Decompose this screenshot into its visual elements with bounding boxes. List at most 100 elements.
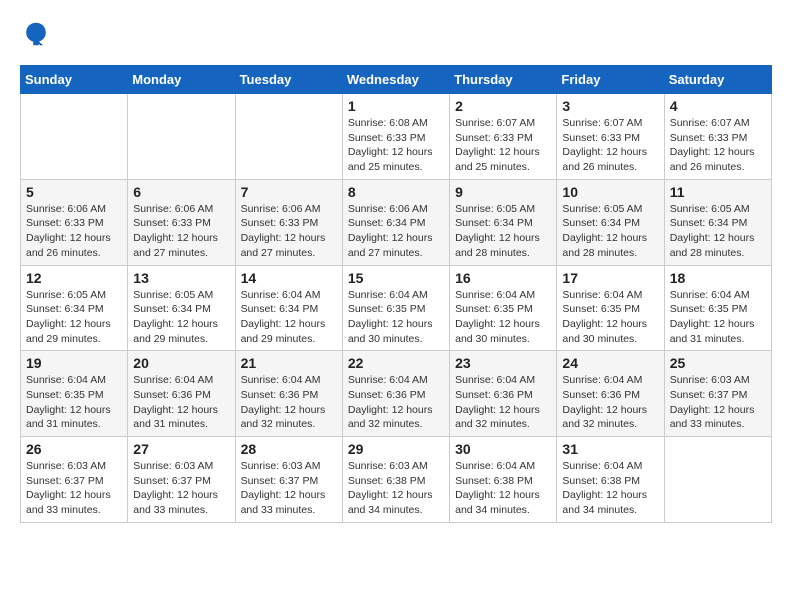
- calendar-cell: 25Sunrise: 6:03 AM Sunset: 6:37 PM Dayli…: [664, 351, 771, 437]
- calendar-cell: 22 Sunrise: 6:04 AM Sunset: 6:36 PM Dayli…: [342, 351, 449, 437]
- day-info: Sunrise: 6:03 AM Sunset: 6:37 PM Dayligh…: [26, 459, 122, 518]
- weekday-header-friday: Friday: [557, 66, 664, 94]
- calendar-week-row: 12 Sunrise: 6:05 AM Sunset: 6:34 PM Dayli…: [21, 265, 772, 351]
- day-number: 15: [348, 270, 444, 286]
- day-number: 18: [670, 270, 766, 286]
- day-number: 25: [670, 355, 766, 371]
- calendar-week-row: 19 Sunrise: 6:04 AM Sunset: 6:35 PM Dayli…: [21, 351, 772, 437]
- calendar-cell: 10Sunrise: 6:05 AM Sunset: 6:34 PM Dayli…: [557, 179, 664, 265]
- day-info: Sunrise: 6:04 AM Sunset: 6:38 PM Dayligh…: [455, 459, 551, 518]
- day-number: 29: [348, 441, 444, 457]
- day-number: 13: [133, 270, 229, 286]
- day-info: Sunrise: 6:04 AM Sunset: 6:36 PM Dayligh…: [133, 373, 229, 432]
- calendar-cell: 16 Sunrise: 6:04 AM Sunset: 6:35 PM Dayli…: [450, 265, 557, 351]
- day-number: 27: [133, 441, 229, 457]
- day-info: Sunrise: 6:04 AM Sunset: 6:36 PM Dayligh…: [562, 373, 658, 432]
- logo-mark: [20, 20, 50, 53]
- calendar-cell: 11 Sunrise: 6:05 AM Sunset: 6:34 PM Dayli…: [664, 179, 771, 265]
- calendar-cell: 2 Sunrise: 6:07 AM Sunset: 6:33 PM Daylig…: [450, 94, 557, 180]
- weekday-header-wednesday: Wednesday: [342, 66, 449, 94]
- calendar-cell: [128, 94, 235, 180]
- calendar-cell: 20 Sunrise: 6:04 AM Sunset: 6:36 PM Dayli…: [128, 351, 235, 437]
- day-info: Sunrise: 6:04 AM Sunset: 6:34 PM Dayligh…: [241, 288, 337, 347]
- day-info: Sunrise: 6:05 AM Sunset: 6:34 PM Dayligh…: [670, 202, 766, 261]
- day-number: 9: [455, 184, 551, 200]
- day-info: Sunrise: 6:07 AM Sunset: 6:33 PM Dayligh…: [562, 116, 658, 175]
- calendar-header: SundayMondayTuesdayWednesdayThursdayFrid…: [21, 66, 772, 94]
- day-info: Sunrise: 6:04 AM Sunset: 6:38 PM Dayligh…: [562, 459, 658, 518]
- day-info: Sunrise: 6:04 AM Sunset: 6:35 PM Dayligh…: [455, 288, 551, 347]
- day-info: Sunrise: 6:03 AM Sunset: 6:37 PM Dayligh…: [133, 459, 229, 518]
- day-info: Sunrise: 6:04 AM Sunset: 6:35 PM Dayligh…: [348, 288, 444, 347]
- calendar-cell: 5 Sunrise: 6:06 AM Sunset: 6:33 PM Daylig…: [21, 179, 128, 265]
- calendar-cell: 27 Sunrise: 6:03 AM Sunset: 6:37 PM Dayli…: [128, 437, 235, 523]
- calendar-cell: [664, 437, 771, 523]
- calendar-cell: 23 Sunrise: 6:04 AM Sunset: 6:36 PM Dayli…: [450, 351, 557, 437]
- calendar-cell: 28Sunrise: 6:03 AM Sunset: 6:37 PM Dayli…: [235, 437, 342, 523]
- weekday-header-sunday: Sunday: [21, 66, 128, 94]
- day-info: Sunrise: 6:06 AM Sunset: 6:34 PM Dayligh…: [348, 202, 444, 261]
- day-number: 16: [455, 270, 551, 286]
- calendar-cell: 4 Sunrise: 6:07 AM Sunset: 6:33 PM Daylig…: [664, 94, 771, 180]
- day-number: 30: [455, 441, 551, 457]
- calendar-cell: 14 Sunrise: 6:04 AM Sunset: 6:34 PM Dayli…: [235, 265, 342, 351]
- day-info: Sunrise: 6:06 AM Sunset: 6:33 PM Dayligh…: [241, 202, 337, 261]
- day-info: Sunrise: 6:04 AM Sunset: 6:35 PM Dayligh…: [562, 288, 658, 347]
- weekday-header-saturday: Saturday: [664, 66, 771, 94]
- day-number: 1: [348, 98, 444, 114]
- calendar-cell: 3 Sunrise: 6:07 AM Sunset: 6:33 PM Daylig…: [557, 94, 664, 180]
- day-number: 6: [133, 184, 229, 200]
- day-info: Sunrise: 6:03 AM Sunset: 6:38 PM Dayligh…: [348, 459, 444, 518]
- day-info: Sunrise: 6:07 AM Sunset: 6:33 PM Dayligh…: [455, 116, 551, 175]
- day-info: Sunrise: 6:06 AM Sunset: 6:33 PM Dayligh…: [26, 202, 122, 261]
- day-number: 22: [348, 355, 444, 371]
- calendar-cell: 6 Sunrise: 6:06 AM Sunset: 6:33 PM Daylig…: [128, 179, 235, 265]
- calendar-cell: 18 Sunrise: 6:04 AM Sunset: 6:35 PM Dayli…: [664, 265, 771, 351]
- day-info: Sunrise: 6:04 AM Sunset: 6:36 PM Dayligh…: [241, 373, 337, 432]
- calendar-cell: 31Sunrise: 6:04 AM Sunset: 6:38 PM Dayli…: [557, 437, 664, 523]
- day-number: 23: [455, 355, 551, 371]
- day-info: Sunrise: 6:08 AM Sunset: 6:33 PM Dayligh…: [348, 116, 444, 175]
- calendar-cell: 9Sunrise: 6:05 AM Sunset: 6:34 PM Daylig…: [450, 179, 557, 265]
- day-info: Sunrise: 6:05 AM Sunset: 6:34 PM Dayligh…: [26, 288, 122, 347]
- day-number: 11: [670, 184, 766, 200]
- day-info: Sunrise: 6:04 AM Sunset: 6:36 PM Dayligh…: [348, 373, 444, 432]
- day-number: 19: [26, 355, 122, 371]
- calendar-cell: 17Sunrise: 6:04 AM Sunset: 6:35 PM Dayli…: [557, 265, 664, 351]
- day-number: 2: [455, 98, 551, 114]
- day-number: 10: [562, 184, 658, 200]
- day-number: 20: [133, 355, 229, 371]
- day-info: Sunrise: 6:04 AM Sunset: 6:36 PM Dayligh…: [455, 373, 551, 432]
- calendar-cell: 30 Sunrise: 6:04 AM Sunset: 6:38 PM Dayli…: [450, 437, 557, 523]
- day-number: 14: [241, 270, 337, 286]
- header: [20, 20, 772, 53]
- calendar-cell: 29 Sunrise: 6:03 AM Sunset: 6:38 PM Dayli…: [342, 437, 449, 523]
- day-number: 3: [562, 98, 658, 114]
- page-container: SundayMondayTuesdayWednesdayThursdayFrid…: [0, 0, 792, 543]
- day-info: Sunrise: 6:05 AM Sunset: 6:34 PM Dayligh…: [133, 288, 229, 347]
- calendar-cell: 7Sunrise: 6:06 AM Sunset: 6:33 PM Daylig…: [235, 179, 342, 265]
- calendar-cell: 21Sunrise: 6:04 AM Sunset: 6:36 PM Dayli…: [235, 351, 342, 437]
- calendar-cell: 24 Sunrise: 6:04 AM Sunset: 6:36 PM Dayli…: [557, 351, 664, 437]
- day-number: 4: [670, 98, 766, 114]
- day-number: 5: [26, 184, 122, 200]
- day-info: Sunrise: 6:04 AM Sunset: 6:35 PM Dayligh…: [670, 288, 766, 347]
- day-info: Sunrise: 6:03 AM Sunset: 6:37 PM Dayligh…: [241, 459, 337, 518]
- calendar-cell: [235, 94, 342, 180]
- day-number: 12: [26, 270, 122, 286]
- day-info: Sunrise: 6:07 AM Sunset: 6:33 PM Dayligh…: [670, 116, 766, 175]
- calendar-cell: 15 Sunrise: 6:04 AM Sunset: 6:35 PM Dayli…: [342, 265, 449, 351]
- calendar-week-row: 5 Sunrise: 6:06 AM Sunset: 6:33 PM Daylig…: [21, 179, 772, 265]
- day-info: Sunrise: 6:04 AM Sunset: 6:35 PM Dayligh…: [26, 373, 122, 432]
- calendar-cell: 8Sunrise: 6:06 AM Sunset: 6:34 PM Daylig…: [342, 179, 449, 265]
- weekday-header-tuesday: Tuesday: [235, 66, 342, 94]
- day-info: Sunrise: 6:06 AM Sunset: 6:33 PM Dayligh…: [133, 202, 229, 261]
- weekday-header-monday: Monday: [128, 66, 235, 94]
- day-number: 24: [562, 355, 658, 371]
- weekday-header-row: SundayMondayTuesdayWednesdayThursdayFrid…: [21, 66, 772, 94]
- calendar-cell: 12 Sunrise: 6:05 AM Sunset: 6:34 PM Dayli…: [21, 265, 128, 351]
- logo: [20, 20, 50, 53]
- calendar-cell: 13 Sunrise: 6:05 AM Sunset: 6:34 PM Dayli…: [128, 265, 235, 351]
- calendar-cell: 1 Sunrise: 6:08 AM Sunset: 6:33 PM Daylig…: [342, 94, 449, 180]
- day-number: 26: [26, 441, 122, 457]
